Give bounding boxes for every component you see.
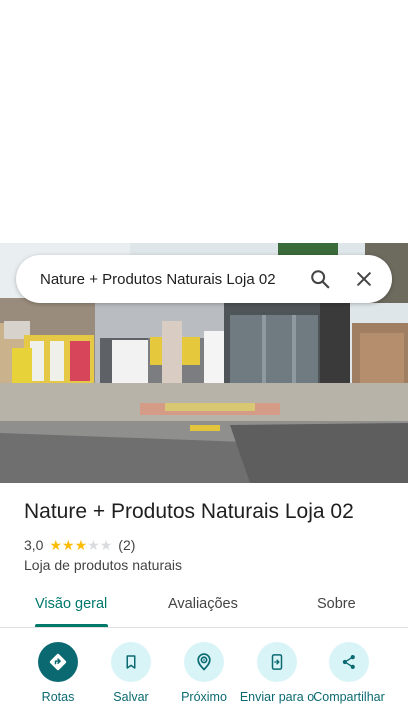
star-empty-icon: ★ [99,537,113,553]
save-label: Salvar [113,690,149,704]
share-icon [329,642,369,682]
directions-icon [38,642,78,682]
close-icon[interactable] [342,255,386,303]
nearby-icon [184,642,224,682]
tab-bar: Visão geral Avaliações Sobre [0,583,408,628]
send-to-phone-button[interactable]: Enviar para o [237,640,317,705]
star-filled-icon: ★ [62,537,75,553]
search-bar[interactable]: Nature + Produtos Naturais Loja 02 [16,255,392,303]
nearby-label: Próximo [181,690,227,704]
search-input[interactable]: Nature + Produtos Naturais Loja 02 [40,271,298,288]
send-to-phone-label: Enviar para o [239,690,315,704]
nearby-button[interactable]: Próximo [164,640,244,705]
star-filled-icon: ★ [74,537,88,553]
active-tab-indicator [35,624,108,627]
directions-label: Rotas [41,690,75,704]
share-label: Compartilhar [313,690,385,704]
place-category: Loja de produtos naturais [24,557,182,573]
review-count: (2) [118,537,136,553]
place-title: Nature + Produtos Naturais Loja 02 [24,500,354,523]
tab-overview[interactable]: Visão geral [35,596,107,612]
search-icon[interactable] [298,255,342,303]
bookmark-icon [111,642,151,682]
send-to-phone-icon [257,642,297,682]
save-button[interactable]: Salvar [91,640,171,705]
rating-stars: ★ ★ ★ ★ ★ [49,538,112,552]
rating-value: 3,0 [24,537,44,553]
tab-about[interactable]: Sobre [317,596,356,612]
directions-button[interactable]: Rotas [18,640,98,705]
action-buttons: Rotas Salvar Próximo Enviar para o Compa… [0,640,408,726]
share-button[interactable]: Compartilhar [309,640,389,705]
rating-row[interactable]: 3,0 ★ ★ ★ ★ ★ (2) [24,536,135,554]
tab-reviews[interactable]: Avaliações [168,596,238,612]
star-filled-icon: ★ [49,537,63,553]
star-empty-icon: ★ [87,537,100,553]
